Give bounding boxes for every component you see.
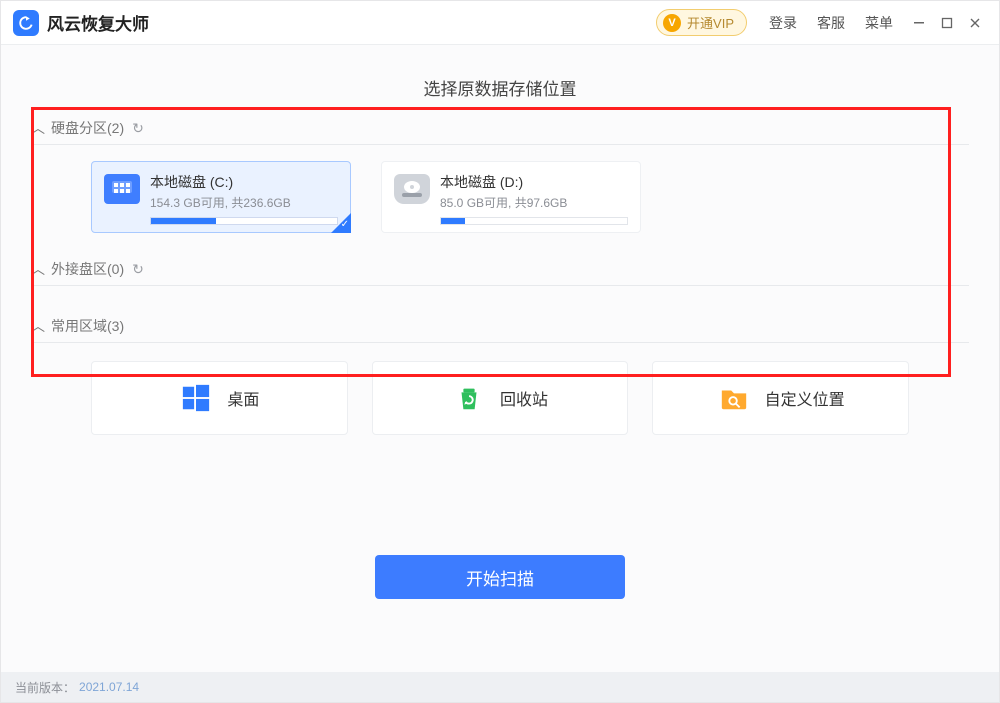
drive-capacity: 154.3 GB可用, 共236.6GB	[150, 194, 338, 211]
hdd-section: ︿ 硬盘分区(2) ↻ 本地磁盘 (C:) 154.3 GB可用, 共236.6…	[31, 118, 969, 233]
selected-check-icon	[331, 213, 351, 233]
maximize-button[interactable]	[935, 11, 959, 35]
version-label: 当前版本：	[15, 679, 75, 696]
drive-card-c[interactable]: 本地磁盘 (C:) 154.3 GB可用, 共236.6GB	[91, 161, 351, 233]
common-card-custom[interactable]: 自定义位置	[652, 361, 909, 435]
common-card-label: 回收站	[500, 386, 548, 410]
vip-badge-icon: V	[663, 14, 681, 32]
ssd-icon	[104, 174, 140, 204]
app-logo-icon	[13, 10, 39, 36]
refresh-icon[interactable]: ↻	[132, 261, 144, 278]
hdd-section-header[interactable]: ︿ 硬盘分区(2) ↻	[31, 118, 969, 145]
drive-list: 本地磁盘 (C:) 154.3 GB可用, 共236.6GB 本地磁盘 (D:)…	[31, 161, 969, 233]
common-section-count: 3	[112, 318, 120, 334]
hdd-section-count: 2	[112, 120, 120, 136]
login-link[interactable]: 登录	[769, 13, 797, 33]
open-vip-button[interactable]: V 开通VIP	[656, 9, 747, 36]
external-section-label: 外接盘区	[51, 259, 107, 279]
drive-usage-bar	[150, 217, 338, 225]
hdd-icon	[394, 174, 430, 204]
common-card-desktop[interactable]: 桌面	[91, 361, 348, 435]
common-card-label: 自定义位置	[765, 386, 845, 410]
common-section-label: 常用区域	[51, 316, 107, 336]
main-area: 选择原数据存储位置 ︿ 硬盘分区(2) ↻ 本地磁盘 (C:) 154.3 GB…	[1, 45, 999, 672]
common-section: ︿ 常用区域(3) 桌面 回收站	[31, 316, 969, 435]
windows-icon	[179, 381, 213, 415]
app-title: 风云恢复大师	[47, 10, 149, 35]
chevron-up-icon: ︿	[31, 259, 45, 279]
drive-name: 本地磁盘 (D:)	[440, 172, 628, 192]
start-scan-button[interactable]: 开始扫描	[375, 555, 625, 599]
chevron-up-icon: ︿	[31, 118, 45, 138]
close-button[interactable]	[963, 11, 987, 35]
common-card-label: 桌面	[227, 386, 259, 410]
drive-usage-bar	[440, 217, 628, 225]
folder-search-icon	[717, 381, 751, 415]
titlebar: 风云恢复大师 V 开通VIP 登录 客服 菜单	[1, 1, 999, 45]
support-link[interactable]: 客服	[817, 13, 845, 33]
page-title: 选择原数据存储位置	[31, 75, 969, 100]
refresh-icon[interactable]: ↻	[132, 120, 144, 137]
external-section-header[interactable]: ︿ 外接盘区(0) ↻	[31, 259, 969, 286]
drive-name: 本地磁盘 (C:)	[150, 172, 338, 192]
drive-card-d[interactable]: 本地磁盘 (D:) 85.0 GB可用, 共97.6GB	[381, 161, 641, 233]
menu-link[interactable]: 菜单	[865, 13, 893, 33]
external-section: ︿ 外接盘区(0) ↻	[31, 259, 969, 286]
drive-capacity: 85.0 GB可用, 共97.6GB	[440, 194, 628, 211]
version-number: 2021.07.14	[79, 680, 139, 694]
recycle-icon	[452, 381, 486, 415]
app-window: 风云恢复大师 V 开通VIP 登录 客服 菜单 选择原数据存储位置 ︿ 硬盘分区…	[0, 0, 1000, 703]
minimize-button[interactable]	[907, 11, 931, 35]
status-bar: 当前版本： 2021.07.14	[1, 672, 999, 702]
common-card-recyclebin[interactable]: 回收站	[372, 361, 629, 435]
common-card-list: 桌面 回收站 自定义位置	[31, 361, 969, 435]
hdd-section-label: 硬盘分区	[51, 118, 107, 138]
chevron-up-icon: ︿	[31, 316, 45, 336]
vip-label: 开通VIP	[687, 13, 734, 32]
external-section-count: 0	[112, 261, 120, 277]
common-section-header[interactable]: ︿ 常用区域(3)	[31, 316, 969, 343]
